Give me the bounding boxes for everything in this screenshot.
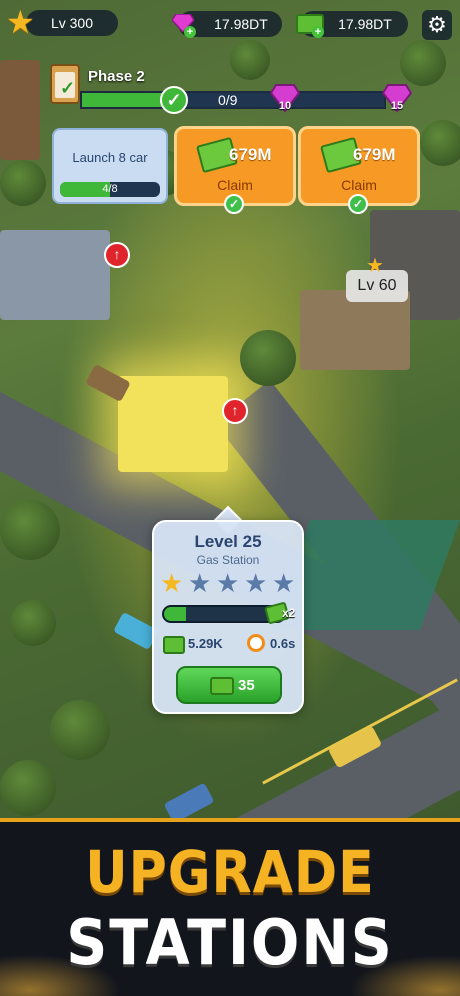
- tree: [50, 700, 110, 760]
- cash-icon: [210, 677, 234, 695]
- phase-progress-text: 0/9: [218, 92, 238, 108]
- tree: [0, 160, 46, 206]
- banner-divider: [0, 818, 460, 822]
- level-pill[interactable]: Lv 300: [26, 10, 118, 36]
- train-car: [0, 60, 40, 160]
- building-level-badge[interactable]: ★ Lv 60: [346, 256, 408, 302]
- claim-button[interactable]: Claim: [177, 177, 293, 193]
- banner-headline: UPGRADE: [85, 838, 375, 906]
- upgrade-cost: 35: [238, 677, 255, 694]
- car: [163, 782, 215, 820]
- task-card-launch[interactable]: Launch 8 car 4/8: [52, 128, 168, 204]
- upgrade-button[interactable]: 35: [176, 666, 282, 704]
- claim-amount: 679M: [353, 145, 396, 164]
- level-star-icon: ★: [6, 4, 35, 40]
- clipboard-icon: ✓: [50, 64, 80, 104]
- tire-shop-building[interactable]: [0, 230, 110, 320]
- settings-button[interactable]: ⚙: [422, 10, 452, 40]
- tree: [0, 760, 56, 816]
- milestone-reward: 15: [390, 100, 404, 112]
- timer-icon: [247, 634, 265, 652]
- star-empty-icon: ★: [216, 568, 240, 598]
- station-income: 5.29K: [188, 636, 223, 651]
- star-filled-icon: ★: [160, 568, 184, 598]
- task-progress-text: 4/8: [102, 183, 118, 195]
- star-empty-icon: ★: [244, 568, 268, 598]
- player-level: Lv 300: [50, 15, 94, 31]
- milestone-reward: 10: [278, 100, 292, 112]
- building-level-label: Lv 60: [357, 277, 397, 294]
- tree: [0, 500, 60, 560]
- check-icon: ✓: [224, 194, 244, 214]
- upgrade-arrow-icon[interactable]: ↑: [222, 398, 248, 424]
- upgrade-arrow-icon[interactable]: ↑: [104, 242, 130, 268]
- station-name: Gas Station: [196, 553, 260, 567]
- task-progress-bar: 4/8: [60, 182, 160, 197]
- gems-amount: 17.98DT: [214, 16, 268, 32]
- station-level: Level 25: [194, 532, 262, 551]
- tree: [400, 40, 446, 86]
- banner-subheadline: STATIONS: [66, 906, 394, 979]
- income-multiplier: x2: [282, 606, 296, 620]
- tree: [10, 600, 56, 646]
- tree: [230, 40, 270, 80]
- phase-label: Phase 2: [88, 68, 145, 85]
- star-icon: ★: [366, 255, 384, 277]
- phase-check-icon: ✓: [160, 86, 188, 114]
- tree: [240, 330, 296, 386]
- star-empty-icon: ★: [272, 568, 296, 598]
- cash-icon: [163, 636, 185, 654]
- station-progress-fill: [164, 607, 186, 621]
- check-icon: ✓: [348, 194, 368, 214]
- cash-amount: 17.98DT: [338, 16, 392, 32]
- gear-icon: ⚙: [427, 12, 447, 37]
- task-title: Launch 8 car: [72, 150, 148, 165]
- add-gems-icon[interactable]: +: [184, 26, 196, 38]
- claim-button[interactable]: Claim: [301, 177, 417, 193]
- star-empty-icon: ★: [188, 568, 212, 598]
- claim-amount: 679M: [229, 145, 272, 164]
- station-cycle-time: 0.6s: [270, 636, 296, 651]
- add-cash-icon[interactable]: +: [312, 26, 324, 38]
- tree: [420, 120, 460, 166]
- scrap-yard[interactable]: [300, 290, 410, 370]
- gas-station-building[interactable]: [118, 376, 228, 472]
